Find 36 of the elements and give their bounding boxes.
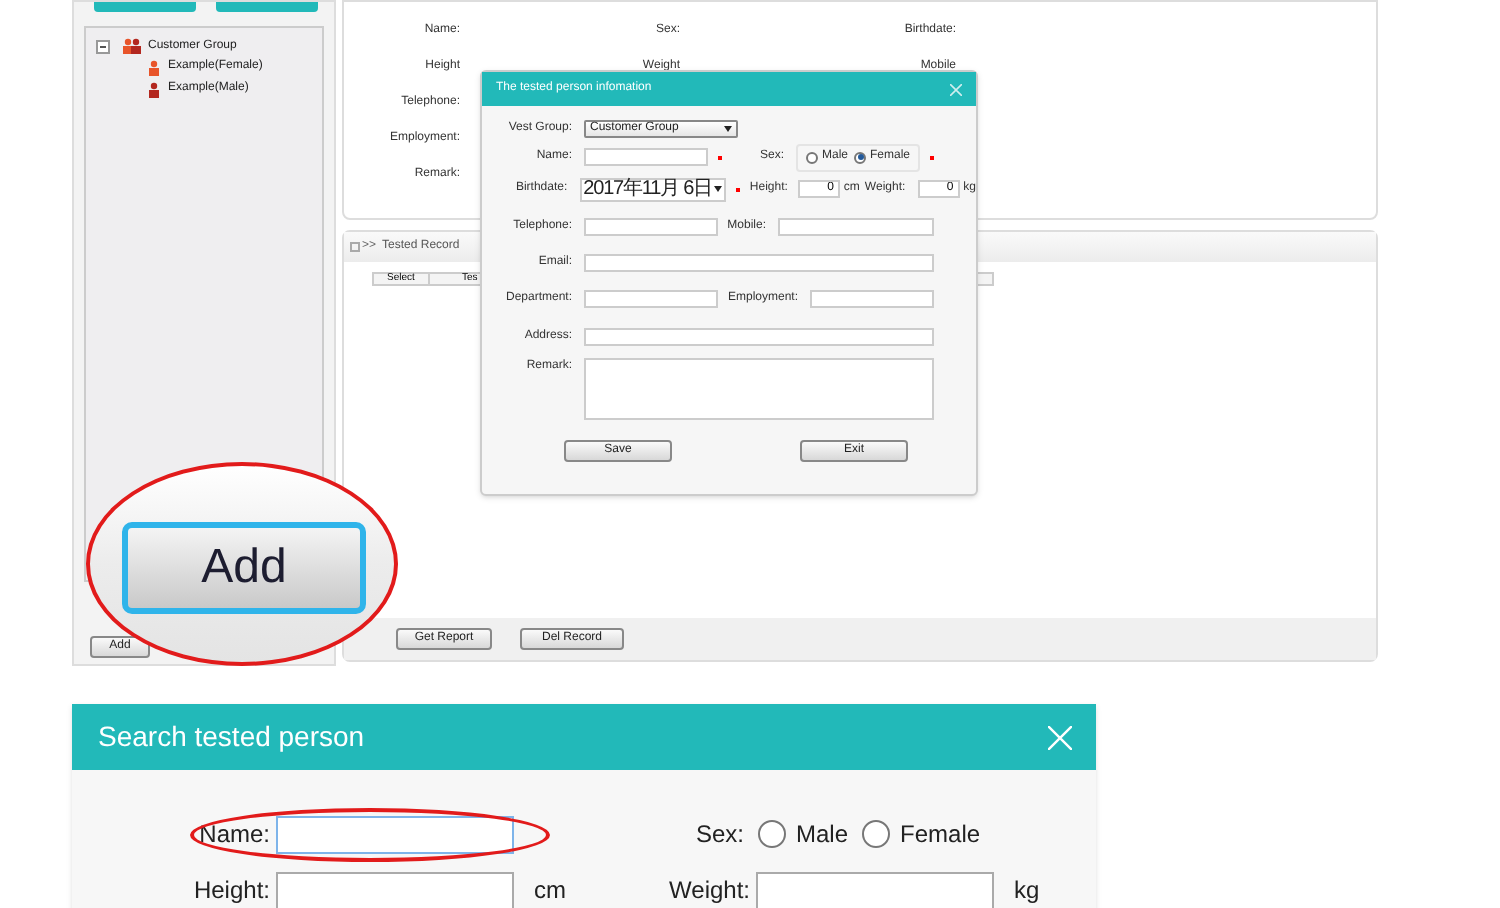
name-field[interactable] <box>584 148 708 166</box>
email-field[interactable] <box>584 254 934 272</box>
dropdown-icon <box>714 186 723 192</box>
toolbar-button[interactable] <box>94 2 196 12</box>
radio-label[interactable]: Female <box>900 816 981 852</box>
field-label: Sex: <box>696 818 745 852</box>
dialog-title: Search tested person <box>98 718 365 756</box>
employment-field[interactable] <box>810 290 934 308</box>
field-label: Height: <box>191 874 272 908</box>
add-button[interactable]: Add <box>122 522 366 614</box>
department-field[interactable] <box>584 290 718 308</box>
radio-selected[interactable] <box>854 151 867 163</box>
unit-label: cm <box>534 874 566 908</box>
field-label: Name: <box>197 818 272 852</box>
unit-label: kg <box>1014 874 1040 908</box>
height-field[interactable] <box>276 871 514 908</box>
radio[interactable] <box>758 820 787 848</box>
birthdate-picker[interactable]: 2017年11月 6日 <box>579 177 727 201</box>
radio[interactable] <box>862 820 891 848</box>
dropdown-icon <box>724 125 732 131</box>
field-label: Weight: <box>667 874 752 908</box>
grid-icon <box>350 242 360 252</box>
collapse-icon[interactable] <box>96 39 110 53</box>
weight-field[interactable] <box>756 871 994 908</box>
person-icon <box>148 81 160 97</box>
name-field[interactable] <box>276 815 514 853</box>
mobile-field[interactable] <box>778 218 934 236</box>
toolbar-button[interactable] <box>216 2 318 12</box>
radio-label[interactable]: Male <box>796 816 849 852</box>
remark-field[interactable] <box>584 358 934 420</box>
radio[interactable] <box>806 151 818 163</box>
telephone-field[interactable] <box>584 218 718 236</box>
group-icon <box>122 38 142 54</box>
address-field[interactable] <box>584 327 934 345</box>
person-icon <box>148 59 160 75</box>
close-icon[interactable] <box>950 83 962 95</box>
